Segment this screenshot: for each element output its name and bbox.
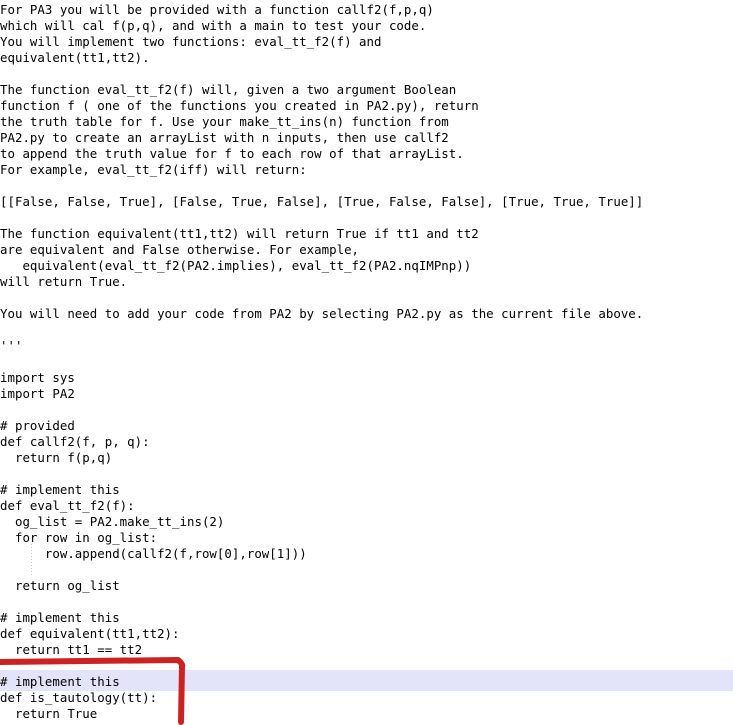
code-editor-surface[interactable]: For PA3 you will be provided with a func… <box>0 0 733 725</box>
code-line[interactable]: def callf2(f, p, q): <box>0 434 150 450</box>
code-line[interactable]: will return True. <box>0 274 127 290</box>
code-line[interactable]: [[False, False, True], [False, True, Fal… <box>0 194 643 210</box>
code-line[interactable]: equivalent(eval_tt_f2(PA2.implies), eval… <box>0 258 471 274</box>
code-line[interactable]: function f ( one of the functions you cr… <box>0 98 479 114</box>
code-line[interactable]: The function equivalent(tt1,tt2) will re… <box>0 226 479 242</box>
code-line[interactable]: For example, eval_tt_f2(iff) will return… <box>0 162 307 178</box>
code-line[interactable]: og_list = PA2.make_tt_ins(2) <box>0 514 224 530</box>
code-line[interactable]: def eval_tt_f2(f): <box>0 498 135 514</box>
code-line[interactable]: You will need to add your code from PA2 … <box>0 306 643 322</box>
code-line[interactable]: are equivalent and False otherwise. For … <box>0 242 359 258</box>
code-line[interactable]: The function eval_tt_f2(f) will, given a… <box>0 82 456 98</box>
code-line[interactable]: return tt1 == tt2 <box>0 642 142 658</box>
code-line[interactable]: For PA3 you will be provided with a func… <box>0 2 434 18</box>
code-line[interactable]: return True <box>0 706 97 722</box>
code-line[interactable]: PA2.py to create an arrayList with n inp… <box>0 130 449 146</box>
code-line[interactable]: row.append(callf2(f,row[0],row[1])) <box>0 546 307 562</box>
code-line[interactable]: the truth table for f. Use your make_tt_… <box>0 114 449 130</box>
code-line[interactable]: # provided <box>0 418 75 434</box>
code-line[interactable]: to append the truth value for f to each … <box>0 146 464 162</box>
code-line[interactable]: You will implement two functions: eval_t… <box>0 34 381 50</box>
code-line[interactable]: return f(p,q) <box>0 450 112 466</box>
code-line[interactable]: ''' <box>0 338 22 354</box>
code-line[interactable]: for row in og_list: <box>0 530 157 546</box>
code-line[interactable]: # implement this <box>0 610 120 626</box>
code-line[interactable]: import PA2 <box>0 386 75 402</box>
code-line[interactable]: # implement this <box>0 674 120 690</box>
code-line[interactable]: return og_list <box>0 578 120 594</box>
code-line[interactable]: import sys <box>0 370 75 386</box>
code-line[interactable]: equivalent(tt1,tt2). <box>0 50 150 66</box>
code-line[interactable]: def equivalent(tt1,tt2): <box>0 626 180 642</box>
code-line[interactable]: def is_tautology(tt): <box>0 690 157 706</box>
code-line[interactable]: which will cal f(p,q), and with a main t… <box>0 18 426 34</box>
code-line[interactable]: # implement this <box>0 482 120 498</box>
